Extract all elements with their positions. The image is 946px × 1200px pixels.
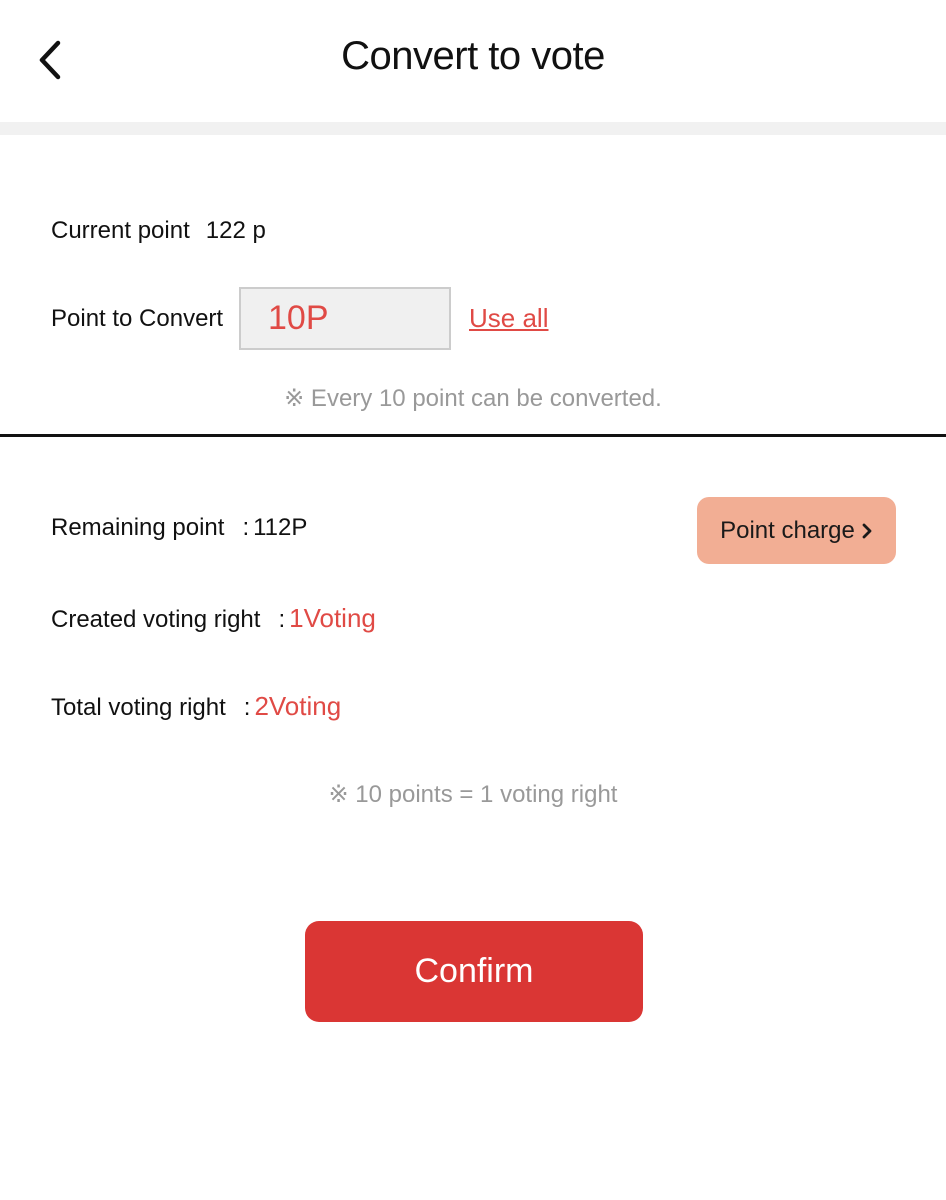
page-title: Convert to vote — [341, 34, 605, 78]
use-all-link[interactable]: Use all — [469, 303, 548, 334]
confirm-button[interactable]: Confirm — [305, 921, 643, 1022]
colon: : — [243, 694, 251, 721]
remaining-point-row: Remaining point:112P — [51, 514, 307, 542]
colon: : — [278, 606, 286, 633]
colon: : — [242, 514, 250, 541]
chevron-right-icon — [862, 523, 872, 538]
current-point-value: 122 p — [205, 217, 266, 244]
total-voting-value: 2Voting — [254, 691, 342, 721]
point-charge-button[interactable]: Point charge — [697, 497, 896, 564]
created-voting-row: Created voting right:1Voting — [51, 603, 376, 634]
point-to-convert-label: Point to Convert — [51, 305, 224, 332]
remaining-point-label: Remaining point — [51, 514, 225, 541]
current-point-label: Current point — [51, 217, 190, 244]
point-charge-label: Point charge — [720, 516, 855, 544]
voting-ratio-note: ※ 10 points = 1 voting right — [328, 781, 618, 808]
total-voting-row: Total voting right:2Voting — [51, 691, 341, 722]
created-voting-label: Created voting right — [51, 606, 261, 633]
point-to-convert-input[interactable] — [239, 287, 451, 350]
section-divider — [0, 434, 946, 437]
header-bar: Convert to vote — [0, 0, 946, 122]
header-separator-band — [0, 122, 946, 135]
current-point-row: Current point 122 p — [51, 217, 266, 245]
total-voting-label: Total voting right — [51, 694, 226, 721]
created-voting-value: 1Voting — [289, 603, 376, 633]
remaining-point-value: 112P — [253, 514, 308, 541]
conversion-note: ※ Every 10 point can be converted. — [284, 385, 662, 412]
